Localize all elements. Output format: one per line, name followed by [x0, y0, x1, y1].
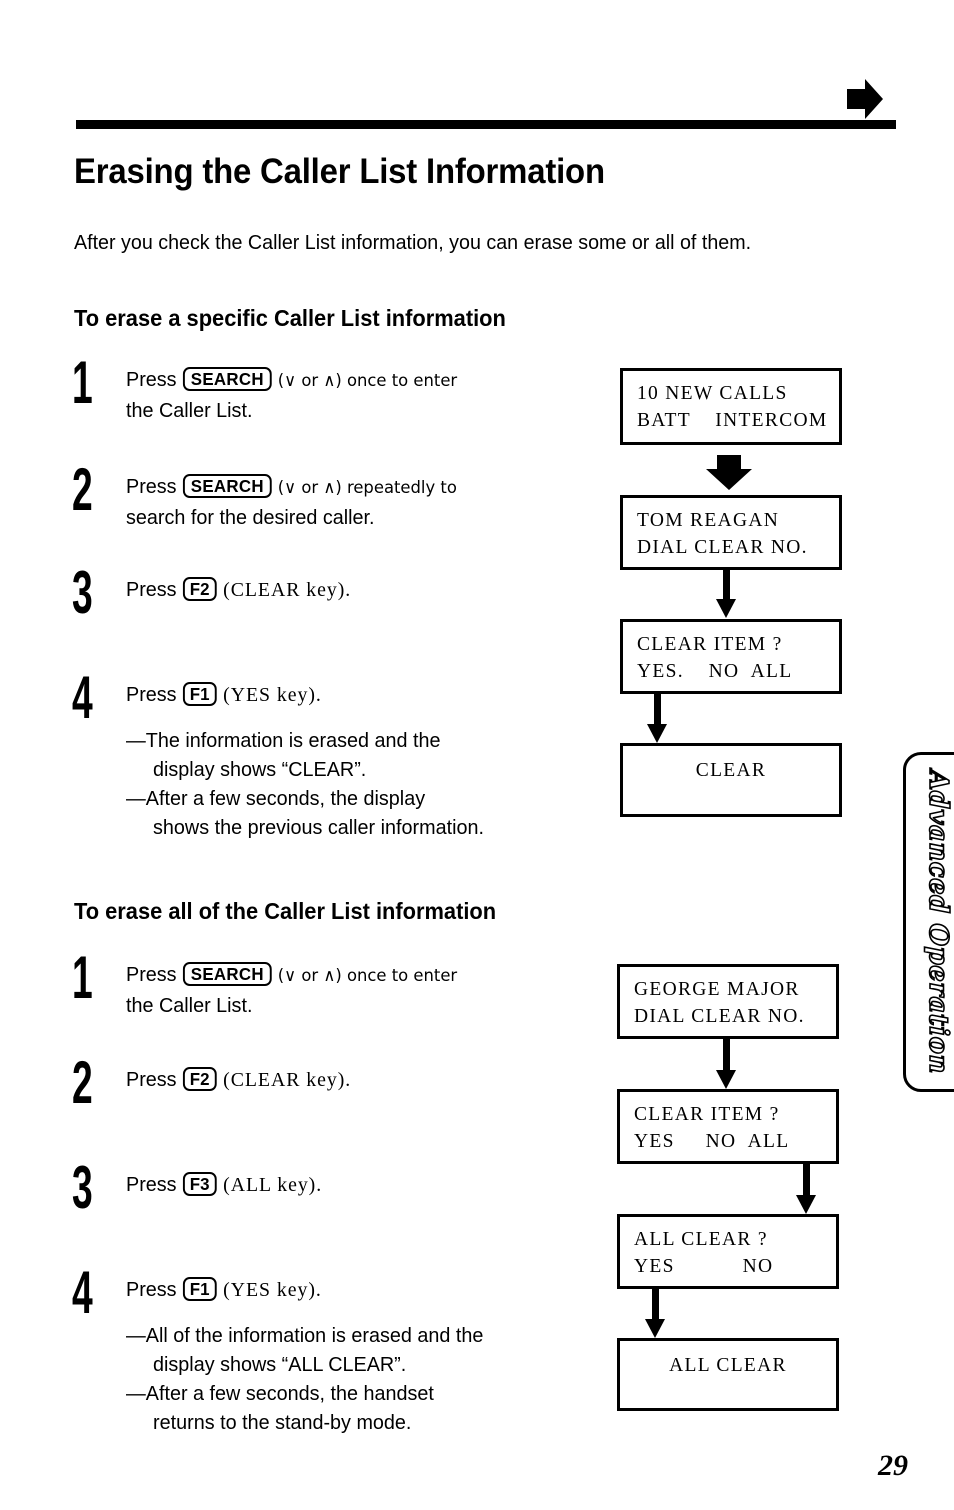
step-text-pre: Press [126, 1278, 183, 1301]
section-heading-all: To erase all of the Caller List informat… [74, 898, 497, 924]
lcd-line-1: ALL CLEAR ? [634, 1229, 768, 1250]
step-text-line2: the Caller List. [126, 399, 253, 422]
lcd-line-2: YES NO [634, 1256, 774, 1277]
lcd-line-center: CLEAR [695, 760, 767, 781]
step-number: 3 [72, 1154, 93, 1221]
right-arrow-icon [845, 78, 885, 120]
step-text-pre: Press [126, 963, 183, 986]
search-key[interactable]: SEARCH [183, 962, 272, 986]
lcd-screen: TOM REAGAN DIAL CLEAR NO. [620, 495, 842, 570]
step-item: 2 Press SEARCH (∨ or ∧) repeatedly to se… [72, 460, 592, 532]
step-note: —After a few seconds, the display [126, 787, 426, 810]
lcd-line-1: CLEAR ITEM ? [637, 634, 783, 655]
flow-arrow-down-icon [786, 1164, 826, 1214]
lcd-screen: CLEAR ITEM ? YES NO ALL [617, 1089, 839, 1164]
lcd-line-2: BATT INTERCOM [637, 410, 828, 431]
step-text-pre: Press [126, 578, 183, 601]
flow-arrow-down-icon [635, 1289, 675, 1338]
step-number: 1 [72, 944, 93, 1011]
page-number: 29 [878, 1449, 908, 1482]
step-item: 1 Press SEARCH (∨ or ∧) once to enter th… [72, 948, 592, 1020]
step-note-cont: returns to the stand-by mode. [153, 1411, 412, 1434]
step-item: 4 Press F1 (YES key). —The information i… [72, 668, 592, 842]
step-number: 4 [72, 1259, 93, 1326]
f1-key[interactable]: F1 [183, 682, 217, 706]
step-text-pre: Press [126, 683, 183, 706]
step-item: 1 Press SEARCH (∨ or ∧) once to enter th… [72, 353, 592, 425]
step-text-line2: the Caller List. [126, 994, 253, 1017]
lcd-line-2: YES NO ALL [634, 1131, 790, 1152]
header-rule [76, 120, 896, 129]
step-text-line2: search for the desired caller. [126, 506, 375, 529]
lcd-screen: CLEAR [620, 743, 842, 817]
lcd-line-1: CLEAR ITEM ? [634, 1104, 780, 1125]
step-number: 3 [72, 559, 93, 626]
step-number: 4 [72, 664, 93, 731]
flow-arrow-down-icon [637, 694, 677, 743]
f2-key[interactable]: F2 [183, 577, 217, 601]
step-text-pre: Press [126, 1068, 183, 1091]
step-text-post: (∨ or ∧) once to enter [272, 371, 458, 391]
page-title: Erasing the Caller List Information [74, 152, 605, 191]
step-note-cont: display shows “ALL CLEAR”. [153, 1353, 407, 1376]
section-tab-label: Advanced Operation [922, 769, 954, 1074]
step-number: 1 [72, 349, 93, 416]
lcd-line-center: ALL CLEAR [669, 1355, 787, 1376]
step-text-post: (YES key). [217, 684, 322, 706]
flow-arrow-down-icon [706, 570, 746, 618]
step-text-post: (ALL key). [217, 1174, 323, 1196]
lcd-line-2: YES. NO ALL [637, 661, 793, 682]
lcd-screen: ALL CLEAR ? YES NO [617, 1214, 839, 1289]
step-text-post: (∨ or ∧) once to enter [272, 966, 458, 986]
f3-key[interactable]: F3 [183, 1172, 217, 1196]
search-key[interactable]: SEARCH [183, 474, 272, 498]
lcd-screen: CLEAR ITEM ? YES. NO ALL [620, 619, 842, 694]
step-note-cont: display shows “CLEAR”. [153, 758, 367, 781]
lcd-screen: GEORGE MAJOR DIAL CLEAR NO. [617, 964, 839, 1039]
intro-paragraph: After you check the Caller List informat… [74, 231, 752, 254]
flow-arrow-down-icon [705, 455, 753, 496]
lcd-screen: 10 NEW CALLS BATT INTERCOM [620, 368, 842, 445]
lcd-line-1: 10 NEW CALLS [637, 383, 788, 404]
step-text-pre: Press [126, 368, 183, 391]
step-number: 2 [72, 456, 93, 523]
step-item: 2 Press F2 (CLEAR key). [72, 1053, 592, 1113]
step-text-post: (YES key). [217, 1279, 322, 1301]
f1-key[interactable]: F1 [183, 1277, 217, 1301]
lcd-screen: ALL CLEAR [617, 1338, 839, 1411]
step-text-post: (CLEAR key). [217, 579, 352, 601]
lcd-line-1: TOM REAGAN [637, 510, 780, 531]
step-note: —All of the information is erased and th… [126, 1324, 484, 1347]
step-note-cont: shows the previous caller information. [153, 816, 484, 839]
step-text-pre: Press [126, 475, 183, 498]
search-key[interactable]: SEARCH [183, 367, 272, 391]
section-heading-specific: To erase a specific Caller List informat… [74, 305, 506, 331]
step-text-post: (CLEAR key). [217, 1069, 352, 1091]
lcd-line-2: DIAL CLEAR NO. [634, 1006, 805, 1027]
flow-arrow-down-icon [706, 1039, 746, 1089]
section-tab-advanced-operation: Advanced Operation [903, 752, 954, 1092]
step-note: —After a few seconds, the handset [126, 1382, 434, 1405]
step-item: 4 Press F1 (YES key). —All of the inform… [72, 1263, 592, 1437]
step-item: 3 Press F2 (CLEAR key). [72, 563, 592, 623]
lcd-line-2: DIAL CLEAR NO. [637, 537, 808, 558]
f2-key[interactable]: F2 [183, 1067, 217, 1091]
lcd-line-1: GEORGE MAJOR [634, 979, 800, 1000]
step-text-post: (∨ or ∧) repeatedly to [272, 478, 457, 498]
step-item: 3 Press F3 (ALL key). [72, 1158, 592, 1218]
step-text-pre: Press [126, 1173, 183, 1196]
step-note: —The information is erased and the [126, 729, 441, 752]
step-number: 2 [72, 1049, 93, 1116]
